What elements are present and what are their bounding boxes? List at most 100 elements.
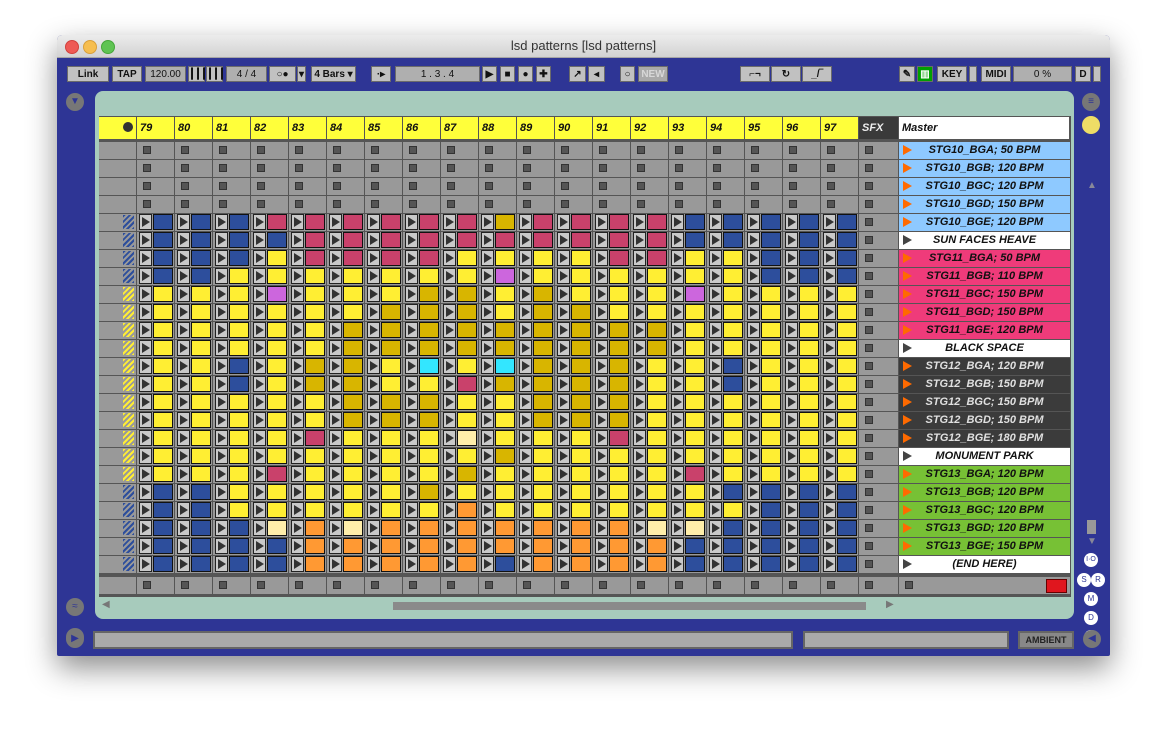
clip-slot[interactable] (555, 322, 592, 339)
clip-launch-icon[interactable] (177, 286, 190, 302)
clip[interactable] (267, 466, 287, 482)
clip-slot[interactable] (175, 304, 212, 321)
clip[interactable] (419, 520, 439, 536)
clip-launch-icon[interactable] (443, 484, 456, 500)
clip-slot[interactable] (213, 304, 250, 321)
clip-slot[interactable] (251, 286, 288, 303)
sfx-clip-slot[interactable] (859, 178, 898, 195)
clip[interactable] (761, 394, 781, 410)
stop-button[interactable] (371, 164, 379, 172)
clip-launch-icon[interactable] (253, 466, 266, 482)
stop-button[interactable] (865, 146, 873, 154)
clip[interactable] (229, 412, 249, 428)
clip-launch-icon[interactable] (177, 304, 190, 320)
clip-slot[interactable] (327, 466, 364, 483)
clip-launch-icon[interactable] (671, 358, 684, 374)
clip-slot[interactable] (555, 520, 592, 537)
empty-clip-slot[interactable] (289, 178, 326, 195)
clip-slot[interactable] (783, 304, 820, 321)
stop-button[interactable] (219, 146, 227, 154)
clip-slot[interactable] (745, 322, 782, 339)
stop-button[interactable] (675, 146, 683, 154)
clip-slot[interactable] (213, 376, 250, 393)
empty-clip-slot[interactable] (327, 142, 364, 159)
empty-clip-slot[interactable] (479, 142, 516, 159)
clip-slot[interactable] (707, 376, 744, 393)
empty-clip-slot[interactable] (213, 160, 250, 177)
clip[interactable] (343, 556, 363, 572)
track-header-94[interactable]: 94 (707, 117, 745, 139)
clip-launch-icon[interactable] (329, 520, 342, 536)
clip-launch-icon[interactable] (557, 556, 570, 572)
clip-launch-icon[interactable] (481, 430, 494, 446)
clip-slot[interactable] (745, 286, 782, 303)
clip[interactable] (457, 520, 477, 536)
clip[interactable] (153, 520, 173, 536)
stop-button[interactable] (865, 380, 873, 388)
clip[interactable] (495, 430, 515, 446)
clip[interactable] (229, 286, 249, 302)
clip-slot[interactable] (251, 322, 288, 339)
clip-launch-icon[interactable] (177, 340, 190, 356)
clip-launch-icon[interactable] (367, 376, 380, 392)
clip-launch-icon[interactable] (443, 448, 456, 464)
clip-launch-icon[interactable] (823, 538, 836, 554)
clip-launch-icon[interactable] (785, 250, 798, 266)
clip-slot[interactable] (365, 268, 402, 285)
clip-launch-icon[interactable] (329, 250, 342, 266)
stop-button[interactable] (865, 164, 873, 172)
clip-launch-icon[interactable] (671, 304, 684, 320)
sends-toggle-icon[interactable]: S (1077, 573, 1091, 587)
clip-launch-icon[interactable] (785, 304, 798, 320)
clip-slot[interactable] (175, 322, 212, 339)
clip-slot[interactable] (479, 502, 516, 519)
maximize-icon[interactable] (101, 40, 115, 54)
clip-slot[interactable] (213, 250, 250, 267)
sfx-clip-slot[interactable] (859, 484, 898, 501)
clip-launch-icon[interactable] (177, 520, 190, 536)
scene-launch[interactable]: STG10_BGE; 120 BPM (899, 214, 1070, 231)
sfx-clip-slot[interactable] (859, 412, 898, 429)
clip[interactable] (837, 268, 857, 284)
clip[interactable] (723, 394, 743, 410)
clip-slot[interactable] (403, 214, 440, 231)
stop-button[interactable] (675, 581, 683, 589)
clip-launch-icon[interactable] (253, 412, 266, 428)
clip-launch-icon[interactable] (215, 376, 228, 392)
clip[interactable] (229, 538, 249, 554)
empty-clip-slot[interactable] (175, 142, 212, 159)
track-stop-slot[interactable] (517, 577, 554, 594)
vertical-scroll-thumb[interactable] (1087, 520, 1096, 534)
clip-slot[interactable] (175, 214, 212, 231)
clip[interactable] (609, 412, 629, 428)
clip-launch-icon[interactable] (329, 286, 342, 302)
sfx-clip-slot[interactable] (859, 250, 898, 267)
clip[interactable] (153, 376, 173, 392)
browser-toggle-icon[interactable]: ▼ (66, 93, 84, 111)
clip[interactable] (837, 232, 857, 248)
clip-launch-icon[interactable] (253, 214, 266, 230)
stop-button[interactable] (865, 416, 873, 424)
clip-slot[interactable] (479, 250, 516, 267)
empty-clip-slot[interactable] (441, 178, 478, 195)
clip-slot[interactable] (821, 430, 858, 447)
clip-slot[interactable] (327, 322, 364, 339)
stop-button[interactable] (181, 146, 189, 154)
clip[interactable] (533, 430, 553, 446)
clip-slot[interactable] (137, 340, 174, 357)
stop-button[interactable] (865, 308, 873, 316)
clip-launch-icon[interactable] (823, 268, 836, 284)
clip-slot[interactable] (365, 214, 402, 231)
clip-slot[interactable] (365, 322, 402, 339)
clip-launch-icon[interactable] (215, 250, 228, 266)
clip-slot[interactable] (289, 484, 326, 501)
track-stop-slot[interactable] (859, 577, 898, 594)
clip-launch-icon[interactable] (785, 538, 798, 554)
clip-slot[interactable] (593, 340, 630, 357)
clip-launch-icon[interactable] (253, 286, 266, 302)
clip-slot[interactable] (821, 538, 858, 555)
clip-slot[interactable] (593, 430, 630, 447)
clip-launch-icon[interactable] (671, 466, 684, 482)
stop-button[interactable] (333, 200, 341, 208)
clip-slot[interactable] (517, 358, 554, 375)
